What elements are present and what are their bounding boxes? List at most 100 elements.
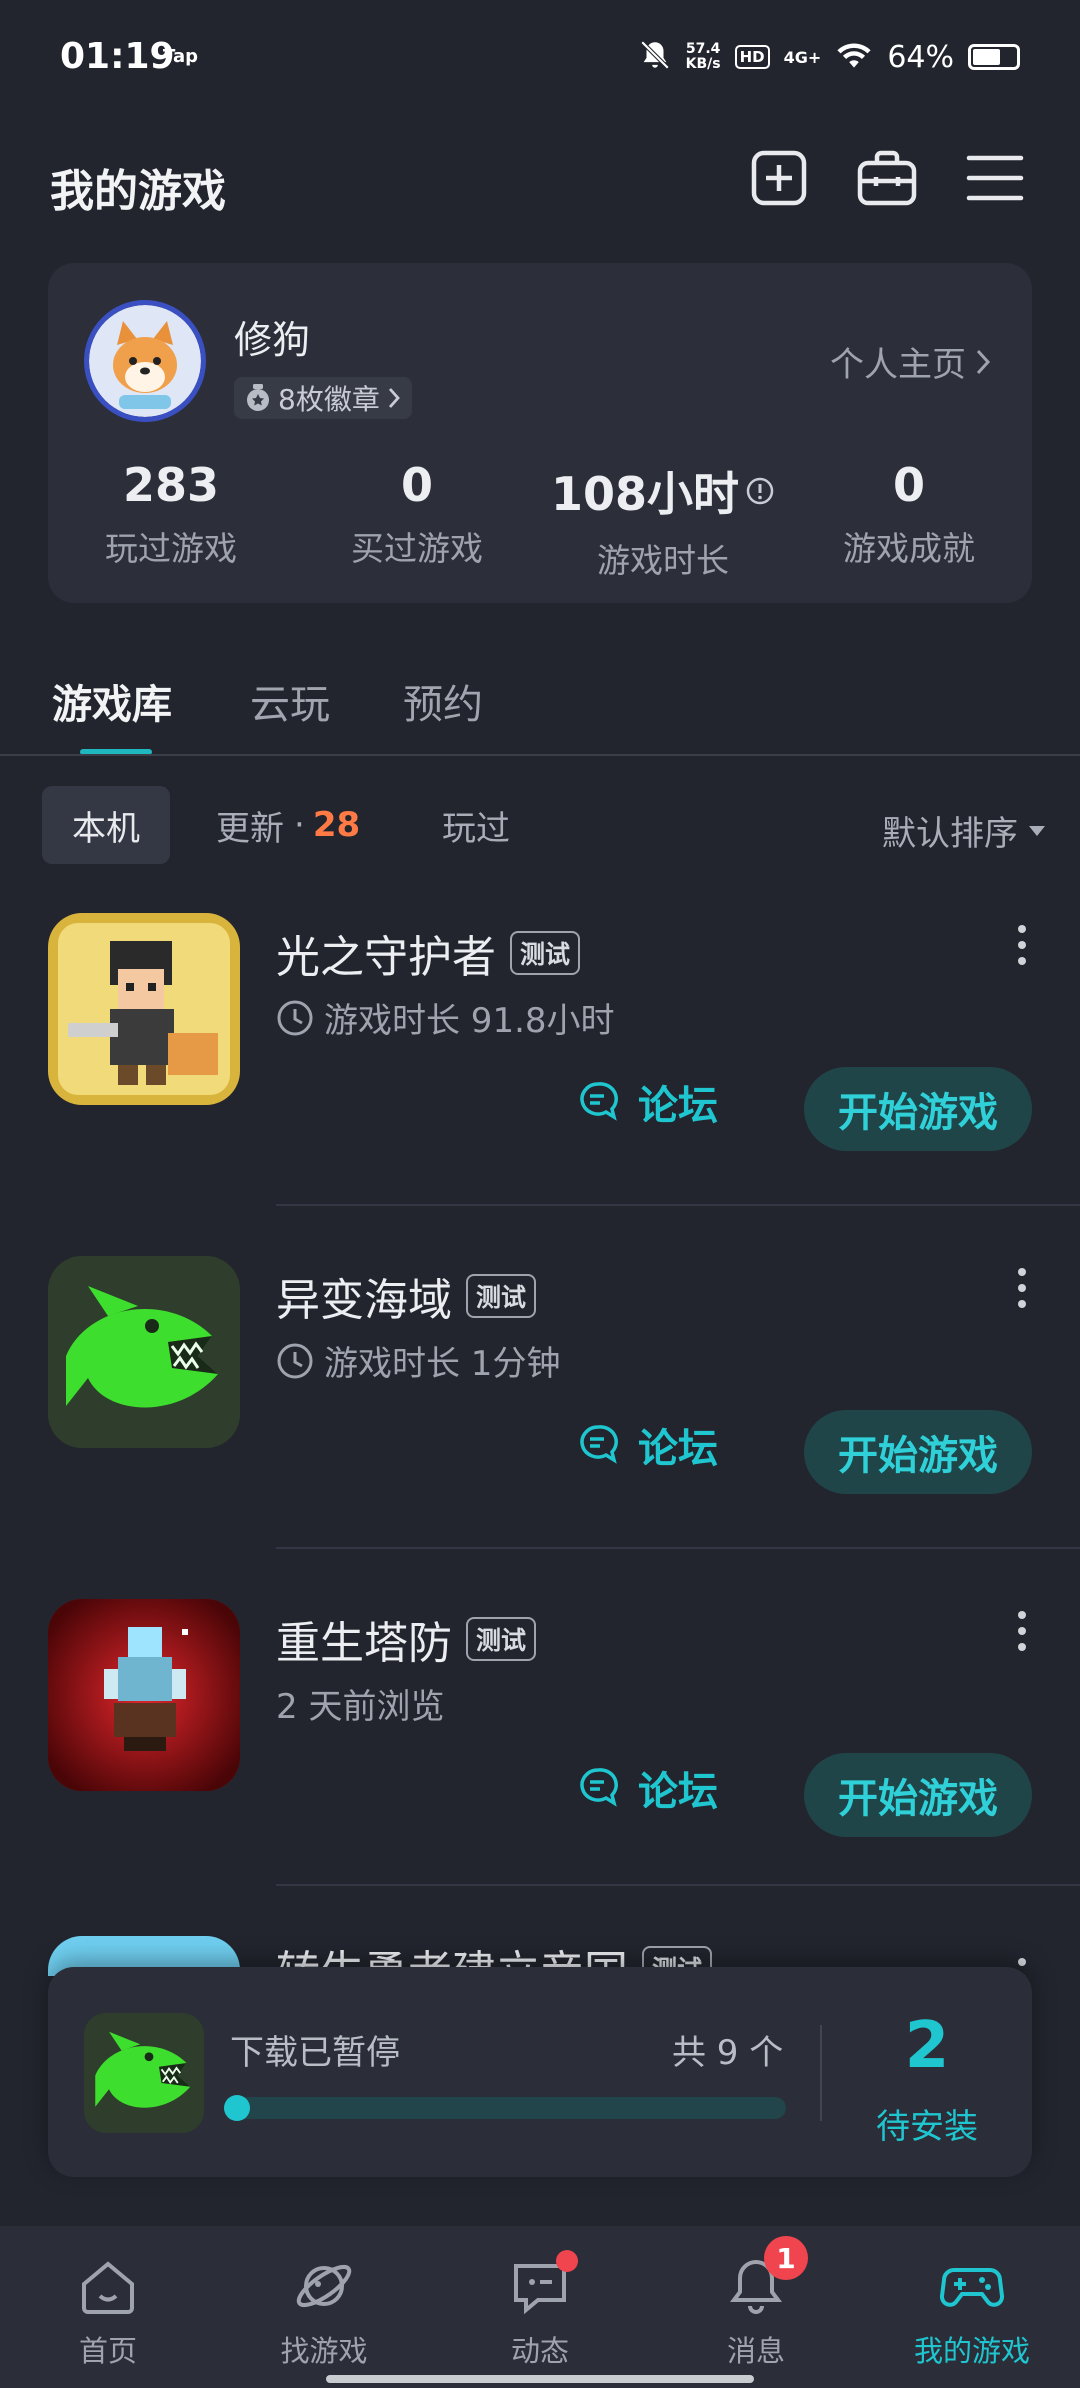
add-button[interactable]	[748, 147, 810, 209]
message-badge: 1	[764, 2236, 808, 2280]
dot	[1018, 1284, 1026, 1292]
forum-button[interactable]: 论坛	[578, 1067, 718, 1137]
filter-local[interactable]: 本机	[42, 786, 170, 864]
profile-link[interactable]: 个人主页	[830, 337, 992, 386]
start-game-button[interactable]: 开始游戏	[804, 1753, 1032, 1837]
nav-my-games[interactable]: 我的游戏	[864, 2226, 1080, 2388]
game-title: 异变海域 测试	[276, 1264, 537, 1328]
status-icons: 57.4 KB/s HD 4G+ 64%	[638, 38, 1020, 76]
home-indicator[interactable]	[326, 2375, 754, 2383]
stat-label: 买过游戏	[351, 529, 483, 568]
game-icon-rebirth-td[interactable]	[48, 1599, 240, 1791]
stat-value: 0	[400, 458, 433, 512]
divider	[276, 1547, 1080, 1549]
signal-icon: 4G+	[783, 47, 822, 67]
bottom-nav: 首页 找游戏 动态 1 消息 我的游戏	[0, 2226, 1080, 2388]
nav-home[interactable]: 首页	[0, 2226, 216, 2388]
info-icon[interactable]	[745, 476, 775, 506]
pending-install-label[interactable]: 待安装	[822, 2099, 1032, 2148]
more-button[interactable]	[1014, 925, 1030, 965]
nav-label: 首页	[78, 2334, 137, 2368]
download-card[interactable]: 下载已暂停 共 9 个 2 待安装	[48, 1967, 1032, 2177]
dot	[1018, 941, 1026, 949]
sort-label: 默认排序	[882, 814, 1018, 854]
toolbox-button[interactable]	[856, 147, 918, 209]
game-meta: 游戏时长 91.8小时	[276, 993, 615, 1042]
toolbox-icon	[857, 150, 917, 206]
nav-feed[interactable]: 动态	[432, 2226, 648, 2388]
shiba-avatar-icon	[89, 305, 201, 417]
game-name: 光之守护者	[276, 932, 496, 983]
stat-played[interactable]: 283 玩过游戏	[48, 458, 294, 570]
tap-indicator: Tap	[163, 46, 198, 67]
filter-played[interactable]: 玩过	[412, 786, 540, 864]
avatar[interactable]	[84, 300, 206, 422]
profile-card: 修狗 8枚徽章 个人主页 283 玩过游戏 0 买过游戏 108小时 游戏时长 …	[48, 263, 1032, 603]
forum-icon	[580, 1082, 618, 1121]
clock-icon	[277, 1343, 313, 1378]
stat-value-wrap: 108小时	[551, 458, 775, 524]
game-meta-text: 游戏时长 1分钟	[324, 1344, 561, 1384]
tab-cloud[interactable]: 云玩	[250, 672, 330, 730]
dot	[1018, 957, 1026, 965]
start-game-button[interactable]: 开始游戏	[804, 1067, 1032, 1151]
stat-playtime[interactable]: 108小时 游戏时长	[540, 458, 786, 582]
chat-icon	[508, 2250, 578, 2318]
filter-update-sep: ·	[294, 805, 305, 845]
test-tag: 测试	[466, 1617, 537, 1661]
forum-label: 论坛	[638, 1083, 718, 1129]
test-tag: 测试	[510, 931, 581, 975]
chevron-right-icon	[976, 349, 991, 374]
username: 修狗	[234, 318, 311, 362]
download-progress-track	[224, 2097, 786, 2119]
forum-label: 论坛	[638, 1769, 718, 1815]
divider	[276, 1204, 1080, 1206]
stat-label: 玩过游戏	[105, 529, 237, 568]
stat-label: 游戏时长	[597, 541, 729, 580]
game-row[interactable]: 重生塔防 测试 2 天前浏览 论坛 开始游戏	[0, 1599, 1080, 1942]
profile-link-label: 个人主页	[830, 345, 966, 385]
download-progress-knob	[224, 2095, 250, 2121]
stat-bought[interactable]: 0 买过游戏	[294, 458, 540, 570]
nav-find-games[interactable]: 找游戏	[216, 2226, 432, 2388]
more-button[interactable]	[1014, 1268, 1030, 1308]
forum-button[interactable]: 论坛	[578, 1410, 718, 1480]
divider	[0, 754, 1080, 756]
planet-icon	[292, 2254, 356, 2318]
tab-library[interactable]: 游戏库	[52, 672, 172, 730]
badges-chip[interactable]: 8枚徽章	[234, 377, 412, 419]
more-button[interactable]	[1014, 1611, 1030, 1651]
start-game-button[interactable]: 开始游戏	[804, 1410, 1032, 1494]
update-count: 28	[312, 805, 361, 845]
tab-reserve[interactable]: 预约	[403, 672, 483, 730]
nav-label: 动态	[510, 2334, 569, 2368]
stat-value: 108小时	[550, 467, 740, 521]
menu-icon	[966, 155, 1024, 201]
battery-fill	[973, 49, 1000, 65]
pending-install-count[interactable]: 2	[822, 2009, 1032, 2083]
test-tag: 测试	[466, 1274, 537, 1318]
dot	[1018, 1627, 1026, 1635]
add-icon	[751, 150, 807, 206]
forum-icon	[580, 1768, 618, 1807]
game-icon-mutant-sea[interactable]	[48, 1256, 240, 1448]
download-count: 共 9 个	[672, 2033, 784, 2073]
sort-dropdown[interactable]: 默认排序	[882, 806, 1046, 855]
nav-label: 我的游戏	[913, 2334, 1030, 2368]
mute-bell-icon	[638, 38, 672, 76]
stat-achievements[interactable]: 0 游戏成就	[786, 458, 1032, 570]
clock-icon	[277, 1000, 313, 1035]
menu-button[interactable]	[964, 147, 1026, 209]
dot	[1018, 1268, 1026, 1276]
forum-button[interactable]: 论坛	[578, 1753, 718, 1823]
stat-label: 游戏成就	[843, 529, 975, 568]
game-icon-guardian[interactable]	[48, 913, 240, 1105]
filter-update[interactable]: 更新 · 28	[186, 786, 390, 864]
medal-icon	[247, 384, 269, 411]
nav-messages[interactable]: 1 消息	[648, 2226, 864, 2388]
tower-defense-icon	[48, 1599, 240, 1791]
game-meta-text: 2 天前浏览	[276, 1687, 445, 1727]
pixel-hero-icon	[48, 913, 240, 1105]
net-speed: 57.4 KB/s	[685, 41, 721, 72]
nav-label: 找游戏	[280, 2334, 368, 2368]
